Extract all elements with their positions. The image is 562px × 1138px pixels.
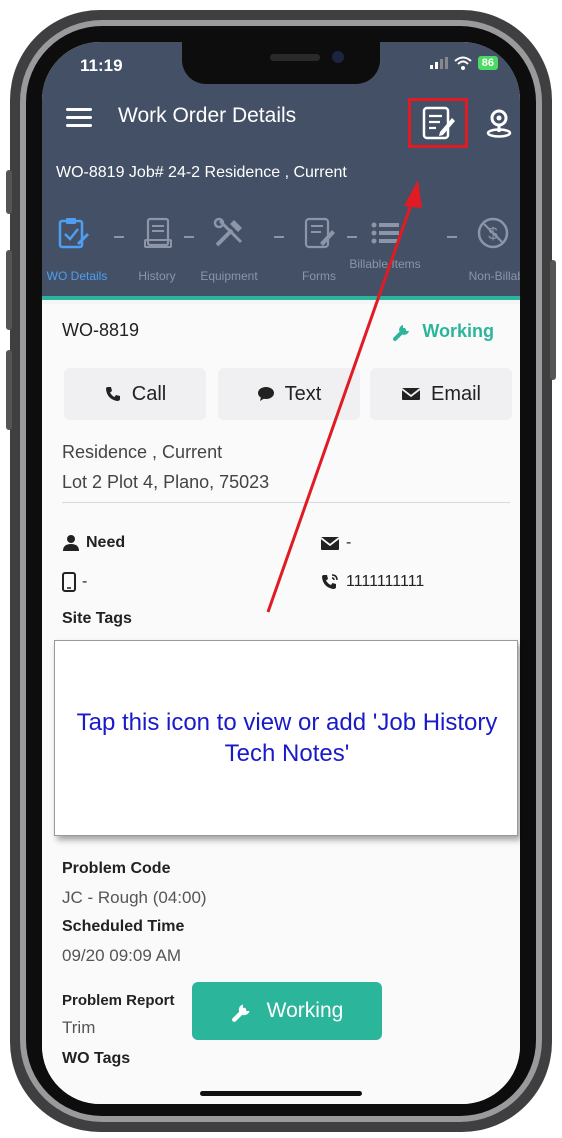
text-button[interactable]: Text xyxy=(218,368,360,420)
problem-report-value: Trim xyxy=(62,1018,96,1037)
scheduled-time-label: Scheduled Time xyxy=(62,918,185,935)
status-icons: 86 xyxy=(429,56,498,70)
signal-icon xyxy=(429,57,448,69)
step-tabs: WO Details History Equipment Forms Billa… xyxy=(42,198,520,300)
app-header: Work Order Details xyxy=(42,82,520,150)
tab-separator xyxy=(347,236,357,238)
non-billable-icon: $ xyxy=(477,217,509,249)
tab-wo-details[interactable]: WO Details xyxy=(42,198,132,298)
working-button-label: Working xyxy=(266,999,344,1022)
wo-id: WO-8819 xyxy=(62,320,140,340)
wifi-icon xyxy=(454,56,472,70)
user-icon xyxy=(63,535,79,551)
problem-code-label: Problem Code xyxy=(62,860,171,877)
phone-screen: 11:19 86 Work Order Details WO-8819 Job#… xyxy=(42,42,520,1104)
contact-phone[interactable]: 1111111111 xyxy=(320,572,424,592)
speaker xyxy=(270,54,320,61)
notch xyxy=(182,42,380,84)
page-title: Work Order Details xyxy=(118,104,297,127)
battery-icon: 86 xyxy=(477,56,498,70)
email-button[interactable]: Email xyxy=(370,368,512,420)
side-button-volume-down xyxy=(6,350,12,430)
working-button[interactable]: Working xyxy=(192,982,382,1040)
wrench-icon xyxy=(393,325,410,341)
tab-label: Non-Billable xyxy=(468,269,520,283)
site-tags-label: Site Tags xyxy=(62,610,132,627)
contact-mobile-text: - xyxy=(82,573,88,590)
address-line-2: Lot 2 Plot 4, Plano, 75023 xyxy=(62,472,270,492)
call-label: Call xyxy=(131,382,167,405)
tab-label: Billable Items xyxy=(349,257,421,271)
phone-volume-icon xyxy=(322,574,338,589)
envelope-icon xyxy=(320,536,340,550)
contact-email: - xyxy=(320,534,351,552)
side-button-power xyxy=(550,260,556,380)
tab-label: Equipment xyxy=(200,269,258,283)
list-icon xyxy=(371,222,399,244)
contact-email-text: - xyxy=(346,534,352,551)
status-badge: Working xyxy=(392,320,494,342)
divider xyxy=(62,502,510,503)
contact-name: Need xyxy=(62,534,125,552)
tab-non-billable[interactable]: $ Non-Billable xyxy=(454,198,520,298)
envelope-icon xyxy=(401,388,421,400)
problem-report-label: Problem Report xyxy=(62,992,175,1009)
contact-name-text: Need xyxy=(86,534,126,551)
location-pin-icon[interactable] xyxy=(486,108,512,138)
phone-icon xyxy=(105,387,120,401)
status-time: 11:19 xyxy=(80,56,123,75)
tab-label: WO Details xyxy=(46,269,108,283)
tech-notes-button[interactable] xyxy=(408,98,468,148)
problem-code-value: JC - Rough (04:00) xyxy=(62,888,207,907)
contact-mobile: - xyxy=(62,572,87,592)
tooltip-text: Tap this icon to view or add 'Job Histor… xyxy=(76,709,498,767)
hamburger-menu-icon[interactable] xyxy=(66,108,92,128)
address-line-1: Residence , Current xyxy=(62,442,223,462)
notes-edit-icon xyxy=(422,106,455,140)
scheduled-time-value: 09/20 09:09 AM xyxy=(62,946,182,965)
wo-tags-label: WO Tags xyxy=(62,1050,131,1067)
contact-phone-text: 1111111111 xyxy=(346,573,425,590)
home-indicator xyxy=(200,1091,362,1096)
form-edit-icon xyxy=(304,217,335,249)
history-icon xyxy=(144,217,172,248)
side-button-mute xyxy=(6,170,12,214)
tab-billable-items[interactable]: Billable Items xyxy=(349,198,448,298)
mobile-phone-icon xyxy=(62,572,76,592)
status-text: Working xyxy=(422,320,494,341)
tab-equipment[interactable]: Equipment xyxy=(192,198,282,298)
email-label: Email xyxy=(430,382,481,405)
tools-icon xyxy=(213,217,243,247)
text-label: Text xyxy=(284,382,322,405)
wo-summary-text: WO-8819 Job# 24-2 Residence , Current xyxy=(56,164,347,181)
call-button[interactable]: Call xyxy=(64,368,206,420)
tab-label: Forms xyxy=(302,269,336,283)
tooltip-callout: Tap this icon to view or add 'Job Histor… xyxy=(54,640,518,836)
front-camera xyxy=(332,51,344,63)
chat-bubble-icon xyxy=(257,387,274,401)
clipboard-check-icon xyxy=(58,218,90,249)
side-button-volume-up xyxy=(6,250,12,330)
wo-summary-bar: WO-8819 Job# 24-2 Residence , Current xyxy=(42,150,520,198)
wrench-icon xyxy=(231,1004,250,1022)
